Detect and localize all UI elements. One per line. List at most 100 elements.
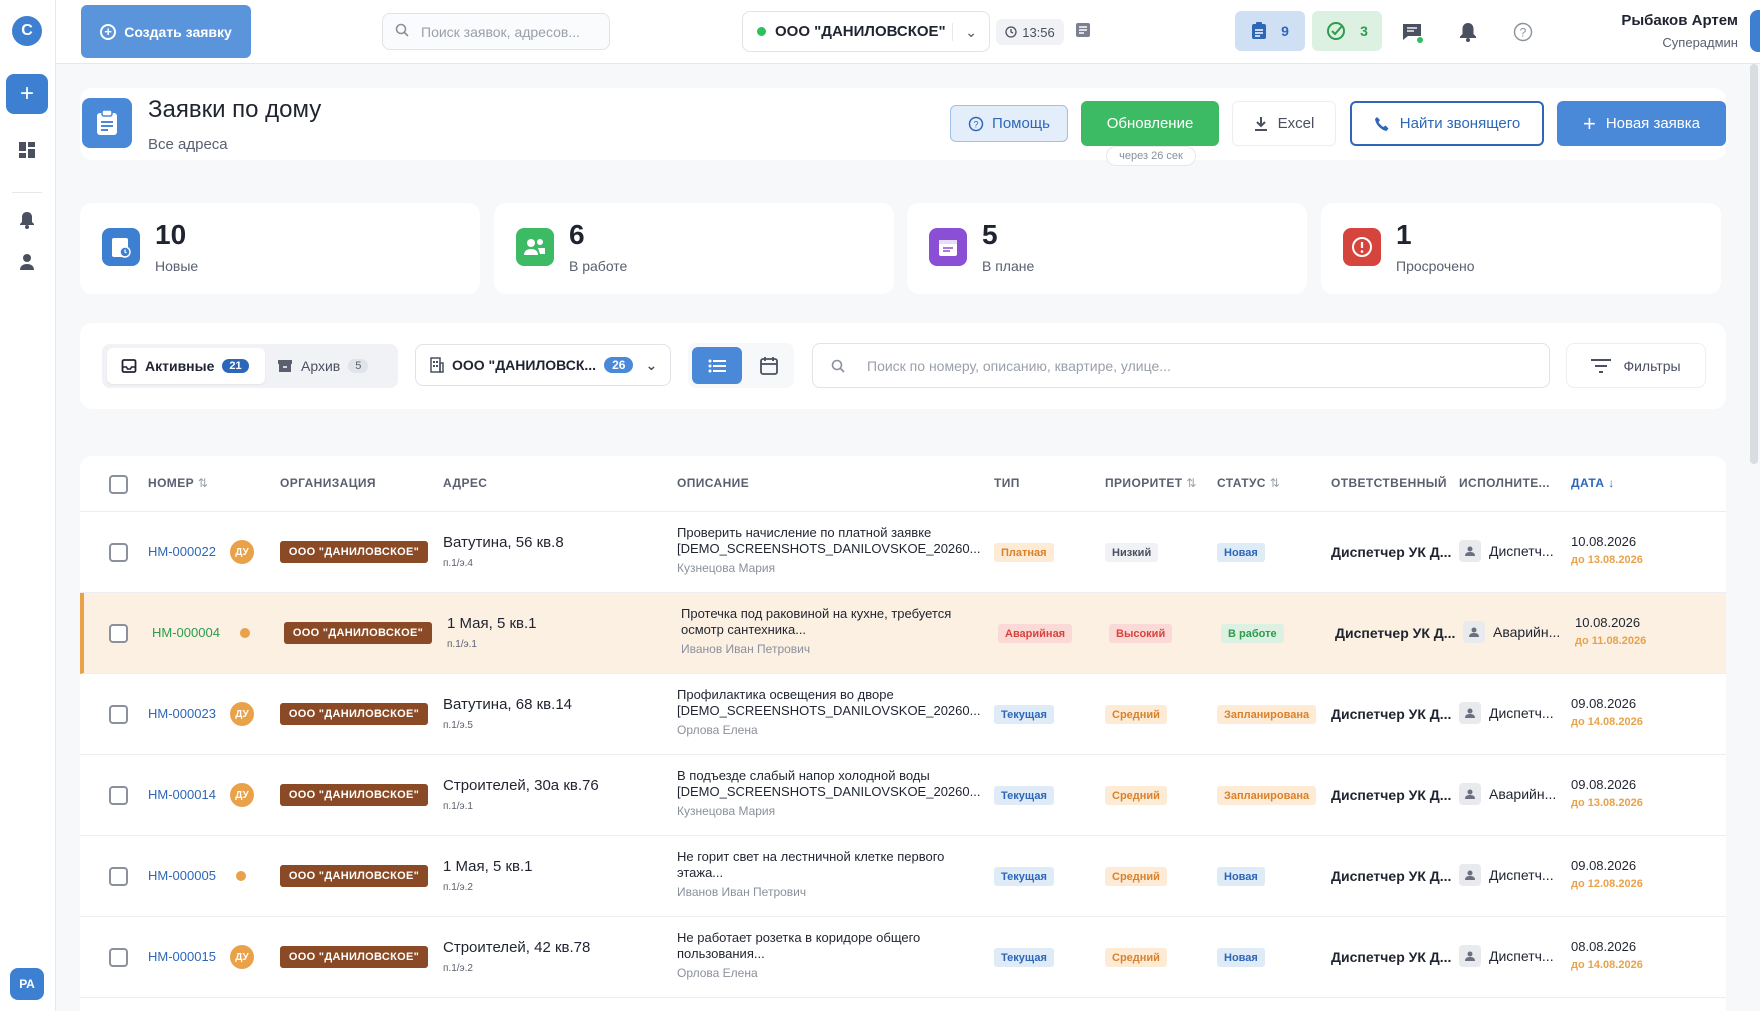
- app-logo[interactable]: С: [12, 16, 42, 46]
- description: Проверить начисление по платной заявке […: [677, 525, 989, 576]
- row-checkbox[interactable]: [109, 948, 128, 967]
- page-subtitle: Все адреса: [148, 136, 228, 153]
- user-icon[interactable]: [17, 252, 37, 272]
- active-archive-toggle: Активные 21 Архив 5: [102, 344, 398, 388]
- notifications-bell-icon[interactable]: [1456, 20, 1480, 44]
- du-badge: ДУ: [230, 540, 254, 564]
- find-caller-button[interactable]: Найти звонящего: [1350, 101, 1544, 146]
- description: Профилактика освещения во дворе [DEMO_SC…: [677, 687, 989, 738]
- executor[interactable]: Диспетч...: [1459, 702, 1554, 724]
- description-text: Не работает розетка в коридоре общего по…: [677, 930, 921, 961]
- excel-button-label: Excel: [1277, 115, 1315, 132]
- entrance-floor: п.1/э.2: [443, 963, 473, 974]
- excel-export-button[interactable]: Excel: [1232, 101, 1336, 146]
- org-selector[interactable]: ООО "ДАНИЛОВСКОЕ" ⌄: [742, 11, 990, 52]
- calendar-view-button[interactable]: [748, 347, 790, 384]
- add-button[interactable]: +: [6, 74, 48, 114]
- due-date: до 14.08.2026: [1571, 959, 1643, 971]
- column-status[interactable]: СТАТУС: [1217, 476, 1280, 490]
- executor[interactable]: Аварийн...: [1459, 783, 1556, 805]
- stat-card-in-progress[interactable]: 6 В работе: [494, 203, 894, 294]
- row-checkbox[interactable]: [109, 786, 128, 805]
- created-date: 10.08.2026: [1571, 534, 1637, 549]
- page-scrollbar[interactable]: [1750, 64, 1758, 464]
- plus-circle-icon: +: [100, 23, 117, 40]
- select-all-checkbox[interactable]: [109, 475, 128, 494]
- stat-value: 10: [155, 219, 187, 250]
- created-date: 09.08.2026: [1571, 696, 1637, 711]
- filter-icon: [1591, 358, 1612, 373]
- request-number-link[interactable]: НМ-000005: [148, 868, 216, 883]
- create-request-button[interactable]: + Создать заявку: [81, 5, 251, 58]
- left-rail: С + РА: [0, 0, 56, 1011]
- due-date: до 13.08.2026: [1571, 554, 1643, 566]
- stat-card-overdue[interactable]: 1 Просрочено: [1321, 203, 1721, 294]
- org-tag: ООО "ДАНИЛОВСКОЕ": [280, 865, 428, 887]
- status-dot: [757, 27, 766, 36]
- request-number-link[interactable]: НМ-000004: [152, 625, 220, 640]
- row-checkbox[interactable]: [109, 543, 128, 562]
- table-row[interactable]: НМ-000023 ДУ ООО "ДАНИЛОВСКОЕ" Ватутина, 68…: [80, 674, 1726, 755]
- org-filter-select[interactable]: ООО "ДАНИЛОВСК... 26 ⌄: [415, 344, 671, 386]
- chat-icon[interactable]: [1400, 20, 1424, 44]
- table-row[interactable]: НМ-000014 ДУ ООО "ДАНИЛОВСКОЕ" Строителей, …: [80, 755, 1726, 836]
- tab-archive[interactable]: Архив 5: [277, 348, 369, 384]
- column-priority[interactable]: ПРИОРИТЕТ: [1105, 476, 1197, 490]
- table-row[interactable]: НМ-000022 ДУ ООО "ДАНИЛОВСКОЕ" Ватутина, 56…: [80, 512, 1726, 593]
- executor-name: Аварийн...: [1493, 624, 1561, 640]
- description-text: В подъезде слабый напор холодной воды [D…: [677, 768, 981, 799]
- bell-icon[interactable]: [17, 210, 37, 230]
- request-number-link[interactable]: НМ-000015: [148, 949, 216, 964]
- executor[interactable]: Диспетч...: [1459, 540, 1554, 562]
- refresh-button[interactable]: Обновление: [1081, 101, 1219, 146]
- request-number-link[interactable]: НМ-000023: [148, 706, 216, 721]
- list-view-button[interactable]: [692, 347, 742, 384]
- profile-avatar[interactable]: РА: [10, 968, 44, 1000]
- filter-bar: Активные 21 Архив 5 ООО "ДАНИЛОВСК... 26…: [80, 323, 1726, 409]
- done-badge[interactable]: 3: [1312, 11, 1382, 51]
- tab-active[interactable]: Активные 21: [107, 348, 265, 384]
- stat-card-new[interactable]: 10 Новые: [80, 203, 480, 294]
- executor[interactable]: Аварийн...: [1463, 621, 1560, 643]
- du-badge: ДУ: [230, 702, 254, 726]
- rail-divider: [12, 192, 42, 193]
- row-checkbox[interactable]: [109, 705, 128, 724]
- executor[interactable]: Диспетч...: [1459, 945, 1554, 967]
- refresh-hint: через 26 сек: [1106, 146, 1196, 166]
- user-name: Рыбаков Артем: [1621, 12, 1738, 29]
- executor[interactable]: Диспетч...: [1459, 864, 1554, 886]
- row-checkbox[interactable]: [109, 867, 128, 886]
- address: 1 Мая, 5 кв.1: [443, 858, 533, 875]
- request-number-link[interactable]: НМ-000014: [148, 787, 216, 802]
- org-tag: ООО "ДАНИЛОВСКОЕ": [280, 541, 428, 563]
- request-number-link[interactable]: НМ-000022: [148, 544, 216, 559]
- column-date[interactable]: ДАТА ↓: [1571, 476, 1615, 490]
- table-row[interactable]: НМ-000004 ООО "ДАНИЛОВСКОЕ" 1 Мая, 5 кв.1 п…: [80, 593, 1726, 674]
- entrance-floor: п.1/э.1: [447, 639, 477, 650]
- dashboard-icon[interactable]: [17, 140, 37, 160]
- due-date: до 14.08.2026: [1571, 716, 1643, 728]
- column-number[interactable]: НОМЕР: [148, 476, 208, 490]
- help-button[interactable]: ? Помощь: [950, 105, 1068, 142]
- global-search-input[interactable]: Поиск заявок, адресов...: [382, 13, 610, 50]
- stat-card-planned[interactable]: 5 В плане: [907, 203, 1307, 294]
- requests-search-input[interactable]: Поиск по номеру, описанию, квартире, ули…: [812, 343, 1550, 388]
- column-executor: ИСПОЛНИТЕ...: [1459, 476, 1550, 490]
- row-checkbox[interactable]: [109, 624, 128, 643]
- table-row[interactable]: НМ-000015 ДУ ООО "ДАНИЛОВСКОЕ" Строителей, …: [80, 917, 1726, 998]
- due-date: до 12.08.2026: [1571, 878, 1643, 890]
- created-date: 09.08.2026: [1571, 777, 1637, 792]
- help-icon[interactable]: ?: [1511, 20, 1535, 44]
- table-row[interactable]: НМ-000005 ООО "ДАНИЛОВСКОЕ" 1 Мая, 5 кв.1 п…: [80, 836, 1726, 917]
- tasks-badge[interactable]: 9: [1235, 11, 1305, 51]
- notes-icon[interactable]: [1074, 21, 1094, 41]
- description-text: Не горит свет на лестничной клетке перво…: [677, 849, 945, 880]
- type-tag: Аварийная: [998, 624, 1073, 643]
- user-avatar[interactable]: [1750, 10, 1760, 52]
- due-date: до 13.08.2026: [1571, 797, 1643, 809]
- create-request-label: Создать заявку: [124, 23, 232, 40]
- global-search-placeholder: Поиск заявок, адресов...: [421, 23, 581, 40]
- tab-active-label: Активные: [145, 358, 215, 374]
- filters-button[interactable]: Фильтры: [1566, 343, 1706, 388]
- new-request-button[interactable]: + Новая заявка: [1557, 101, 1726, 146]
